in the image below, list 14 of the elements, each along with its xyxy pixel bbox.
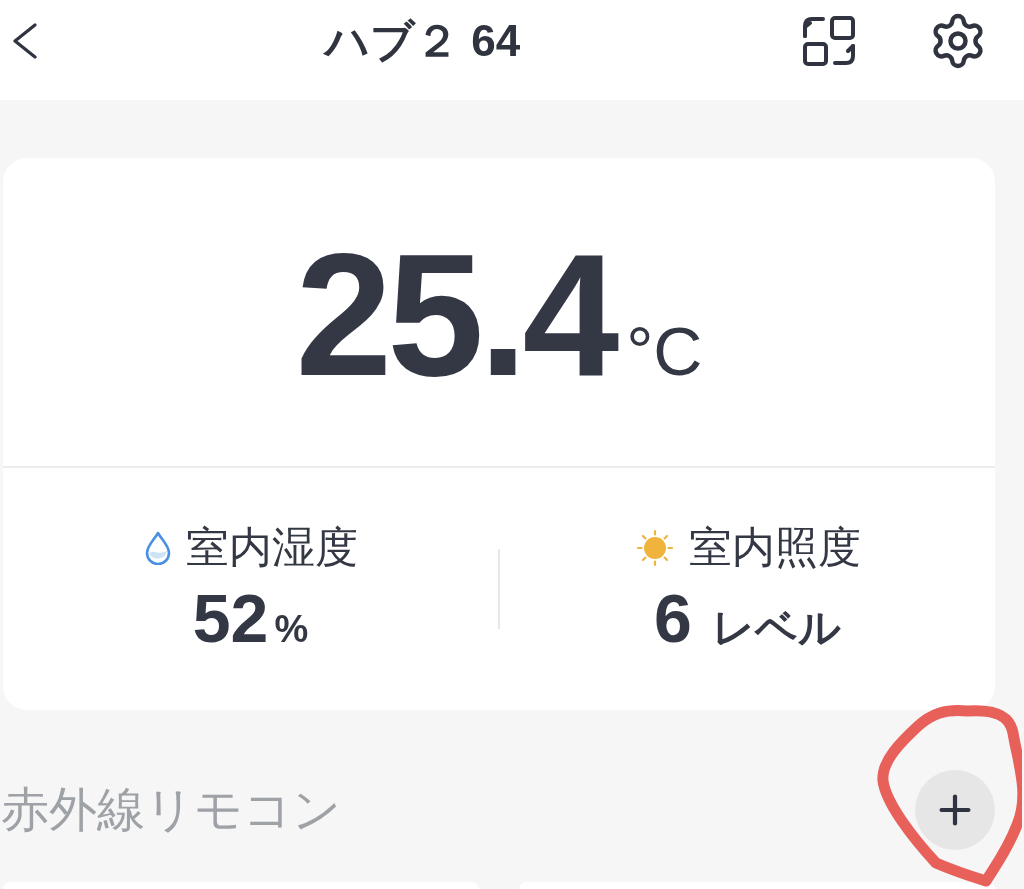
- frames-swap-icon[interactable]: [802, 16, 856, 66]
- section-title: 赤外線リモコン: [1, 782, 341, 839]
- water-drop-icon: [143, 530, 172, 565]
- temperature-unit: °C: [626, 317, 703, 385]
- reading-value: 6: [654, 581, 692, 657]
- reading-value: 52: [192, 581, 269, 657]
- page-title: ハブ２ 64: [325, 14, 521, 67]
- back-icon[interactable]: [12, 23, 38, 59]
- sun-icon: [634, 527, 675, 568]
- temperature-value: 25.4: [295, 228, 615, 402]
- reading-label: 室内湿度: [185, 521, 358, 573]
- reading-label: 室内照度: [688, 521, 861, 573]
- reading-unit: レベル: [711, 605, 841, 652]
- reading-unit: %: [274, 609, 309, 652]
